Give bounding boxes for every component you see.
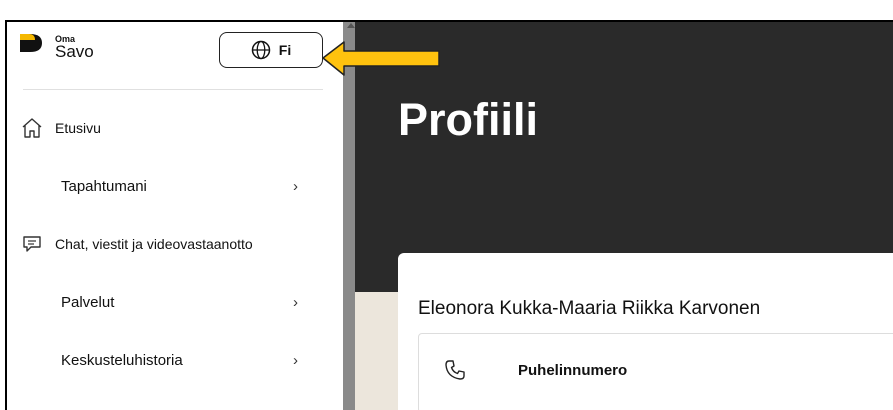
sidebar-item-chat[interactable]: Chat, viestit ja videovastaanotto [7,224,327,264]
language-label: Fi [278,42,292,58]
main-content: Profiili Eleonora Kukka-Maaria Riikka Ka… [355,22,893,410]
phone-icon [445,360,465,380]
scroll-up-icon[interactable] [347,23,355,28]
logo-name: Savo [55,42,94,61]
sidebar-item-label: Tapahtumani [61,177,147,195]
sidebar-item-etusivu[interactable]: Etusivu [7,108,327,148]
sidebar-divider [23,89,323,90]
sidebar-item-palvelut[interactable]: Palvelut › [7,282,327,322]
app-window: Oma Savo Fi Etusivu Tapahtumani › Chat, … [5,20,893,410]
sidebar-item-tapahtumani[interactable]: Tapahtumani › [7,166,327,206]
home-icon [22,118,42,138]
phone-label: Puhelinnumero [518,362,628,379]
phone-number-row[interactable]: Puhelinnumero [418,333,893,410]
sidebar-item-label: Keskusteluhistoria [61,351,183,369]
sidebar-item-label: Etusivu [55,120,101,136]
annotation-arrow-icon [322,41,440,76]
profile-card: Eleonora Kukka-Maaria Riikka Karvonen Pu… [398,253,893,410]
sidebar-item-label: Chat, viestit ja videovastaanotto [55,236,253,252]
sidebar: Oma Savo Fi Etusivu Tapahtumani › Chat, … [7,22,343,410]
logo-mark-icon [20,34,42,52]
sidebar-item-label: Palvelut [61,293,115,311]
page-title: Profiili [398,94,539,145]
chat-icon [23,236,41,252]
language-button[interactable]: Fi [219,32,323,68]
chevron-right-icon: › [293,351,298,369]
sidebar-scrollbar[interactable] [343,22,355,410]
sidebar-item-keskusteluhistoria[interactable]: Keskusteluhistoria › [7,340,327,380]
globe-icon [251,40,271,60]
chevron-right-icon: › [293,177,298,195]
profile-name: Eleonora Kukka-Maaria Riikka Karvonen [418,298,761,319]
chevron-right-icon: › [293,293,298,311]
